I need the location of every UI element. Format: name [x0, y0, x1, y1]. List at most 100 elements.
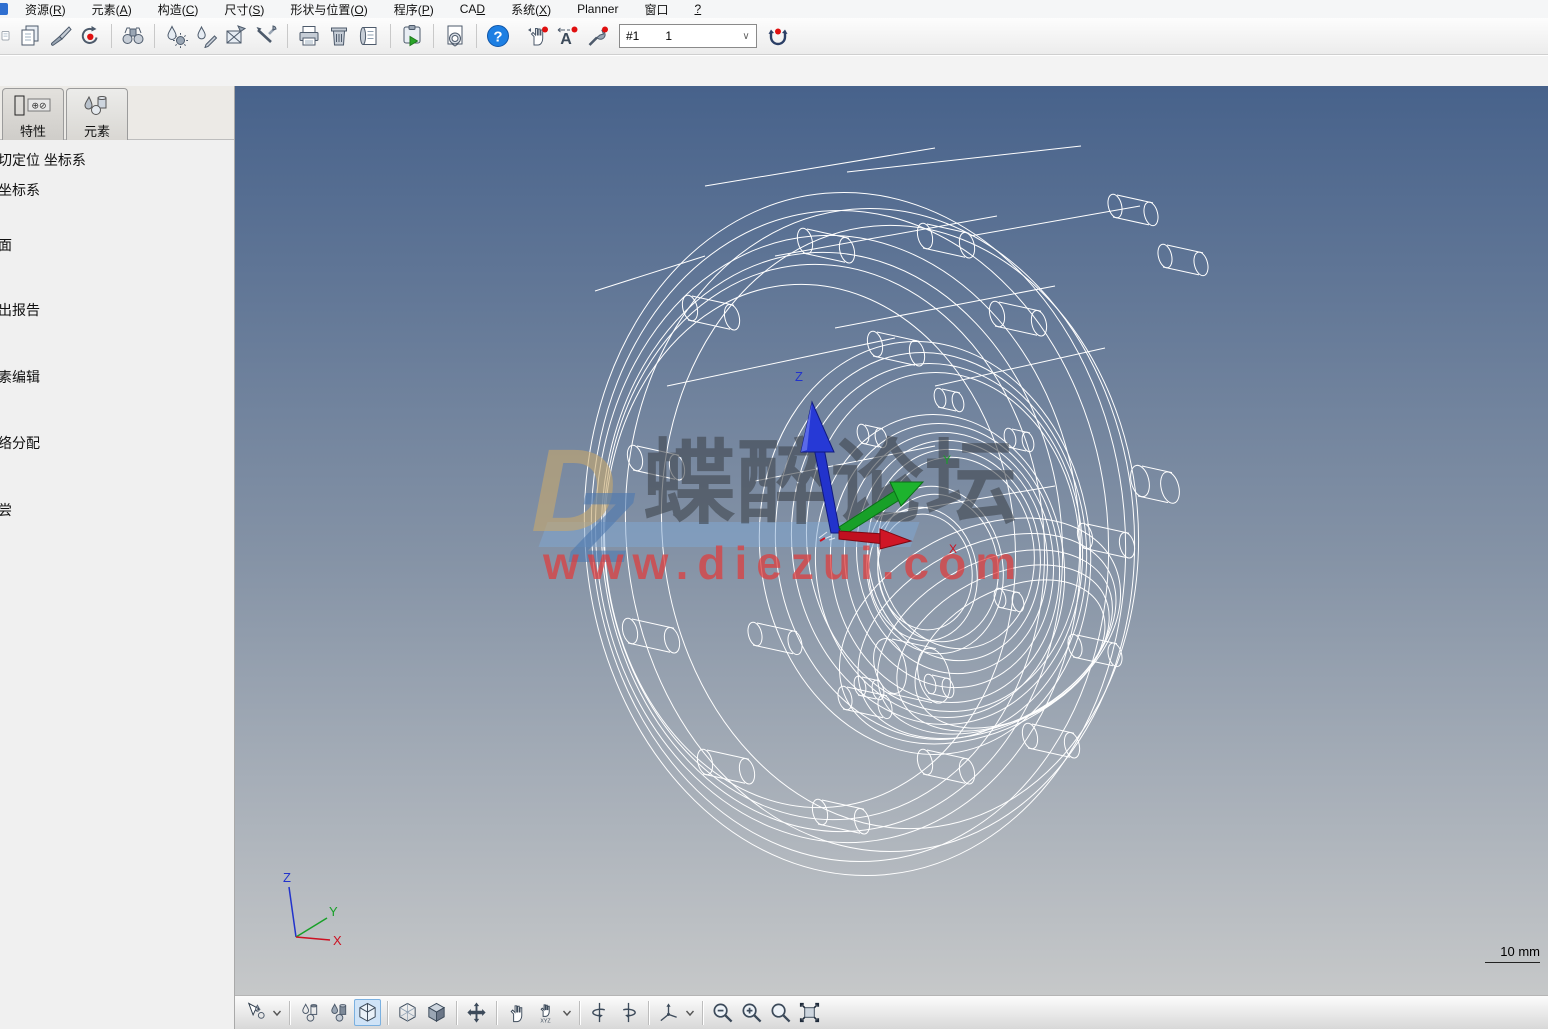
tab-elements[interactable]: 元素 — [66, 88, 128, 140]
run-program-button[interactable] — [398, 22, 426, 50]
menu-item-4[interactable]: 形状与位置(O) — [277, 1, 380, 18]
panel-item-3[interactable]: 出报告 — [0, 300, 40, 320]
zoom-in-icon — [740, 1001, 763, 1024]
delete-button[interactable] — [325, 22, 353, 50]
cad-viewport[interactable]: D Z 蝶醉论坛 www.diezui.com Z Y X — [235, 86, 1548, 995]
chevron-down-icon[interactable] — [270, 999, 284, 1026]
print-button[interactable] — [295, 22, 323, 50]
discard-features-button[interactable] — [222, 22, 250, 50]
scale-line — [1485, 962, 1540, 963]
elements-solid-button[interactable] — [325, 999, 352, 1026]
view-hidden-line-icon — [396, 1001, 419, 1024]
rotate-about-axis-button[interactable] — [655, 999, 682, 1026]
rotate-about-axis-icon — [657, 1001, 680, 1024]
panel-item-5[interactable]: 络分配 — [0, 433, 40, 453]
svg-text:⊕⊘: ⊕⊘ — [31, 101, 46, 111]
text-probe-button[interactable]: A — [554, 22, 582, 50]
toolbar-divider — [287, 24, 288, 48]
tools-button[interactable] — [252, 22, 280, 50]
menu-item-0[interactable]: 资源(R) — [12, 1, 79, 18]
menu-item-9[interactable]: 窗口 — [631, 1, 681, 18]
svg-text:A: A — [560, 31, 572, 48]
toolbar-divider — [433, 24, 434, 48]
feature-edit-icon — [194, 24, 218, 48]
panel-item-2[interactable]: 面 — [0, 235, 12, 255]
panel-tabs: ⊕⊘特性元素 — [0, 86, 234, 140]
menu-item-3[interactable]: 尺寸(S) — [211, 1, 277, 18]
toolbar-divider — [111, 24, 112, 48]
select-elements-button[interactable] — [242, 999, 269, 1026]
discard-features-icon — [224, 24, 248, 48]
view-wireframe-button[interactable] — [354, 999, 381, 1026]
menu-item-5[interactable]: 程序(P) — [381, 1, 447, 18]
text-probe-icon: A — [556, 24, 580, 48]
menu-item-10[interactable]: ? — [681, 2, 714, 16]
probe-return-button[interactable] — [764, 22, 792, 50]
menu-item-7[interactable]: 系统(X) — [498, 1, 564, 18]
move-hand-xyz-button[interactable]: XYZ — [532, 999, 559, 1026]
zoom-fit-button[interactable] — [796, 999, 823, 1026]
elements-outline-button[interactable] — [296, 999, 323, 1026]
main-toolbar: ? A #11∨ — [0, 18, 1548, 55]
application-window: 资源(R)元素(A)构造(C)尺寸(S)形状与位置(O)程序(P)CAD系统(X… — [0, 0, 1548, 1029]
feature-settings-button[interactable] — [162, 22, 190, 50]
print-icon — [297, 24, 321, 48]
panel-item-4[interactable]: 素编辑 — [0, 367, 40, 387]
elements-icon — [77, 93, 117, 118]
axis-label-x: X — [949, 542, 957, 556]
reset-run-button[interactable] — [76, 22, 104, 50]
view-hidden-line-button[interactable] — [394, 999, 421, 1026]
panel-item-6[interactable]: 尝 — [0, 500, 12, 520]
pan-view-button[interactable] — [463, 999, 490, 1026]
probe-value: 1 — [639, 29, 736, 43]
pan-view-icon — [465, 1001, 488, 1024]
zoom-in-button[interactable] — [738, 999, 765, 1026]
view-solid-button[interactable] — [423, 999, 450, 1026]
manual-probe-hand-button[interactable] — [524, 22, 552, 50]
toolbar-divider — [289, 1001, 290, 1025]
axis-label-z: Z — [795, 369, 803, 384]
toolbar-divider — [648, 1001, 649, 1025]
paste-partial-button[interactable] — [0, 22, 14, 50]
toolbar-divider — [702, 1001, 703, 1025]
scale-label: 10 mm — [1500, 944, 1540, 959]
rotate-view-right-button[interactable] — [615, 999, 642, 1026]
svg-text:XYZ: XYZ — [540, 1019, 551, 1024]
menu-item-1[interactable]: 元素(A) — [79, 1, 145, 18]
zoom-out-icon — [711, 1001, 734, 1024]
format-brush-button[interactable] — [46, 22, 74, 50]
probe-tools-button[interactable] — [584, 22, 612, 50]
copy-button[interactable] — [16, 22, 44, 50]
copy-icon — [18, 24, 42, 48]
help-icon: ? — [486, 24, 510, 48]
menu-item-2[interactable]: 构造(C) — [145, 1, 212, 18]
chevron-down-icon[interactable] — [683, 999, 697, 1026]
certificate-view-button[interactable] — [441, 22, 469, 50]
toolbar-sub-strip — [0, 56, 1548, 86]
chevron-down-icon[interactable] — [560, 999, 574, 1026]
move-hand-xyz-icon: XYZ — [534, 1001, 557, 1024]
zoom-window-button[interactable] — [767, 999, 794, 1026]
rotate-view-left-button[interactable] — [586, 999, 613, 1026]
model-axes: Z Y X — [235, 86, 1548, 995]
toolbar-divider — [387, 1001, 388, 1025]
panel-item-1[interactable]: 坐标系 — [0, 180, 40, 200]
move-hand-button[interactable] — [503, 999, 530, 1026]
panel-item-0[interactable]: 切定位 坐标系 — [0, 150, 86, 170]
chevron-down-icon[interactable]: ∨ — [736, 31, 756, 42]
panel-item-list: 切定位 坐标系坐标系面出报告素编辑络分配尝 — [0, 140, 234, 1027]
tab-characteristics[interactable]: ⊕⊘特性 — [2, 88, 64, 140]
search-binoculars-button[interactable] — [119, 22, 147, 50]
view-wireframe-icon — [356, 1001, 379, 1024]
rotate-view-right-icon — [617, 1001, 640, 1024]
menu-item-8[interactable]: Planner — [564, 2, 631, 16]
delete-icon — [327, 24, 351, 48]
zoom-out-button[interactable] — [709, 999, 736, 1026]
menu-item-6[interactable]: CAD — [447, 2, 498, 16]
zoom-window-icon — [769, 1001, 792, 1024]
feature-edit-button[interactable] — [192, 22, 220, 50]
help-button[interactable]: ? — [484, 22, 512, 50]
probe-selector-combobox[interactable]: #11∨ — [619, 24, 757, 48]
report-scroll-icon — [357, 24, 381, 48]
report-scroll-button[interactable] — [355, 22, 383, 50]
